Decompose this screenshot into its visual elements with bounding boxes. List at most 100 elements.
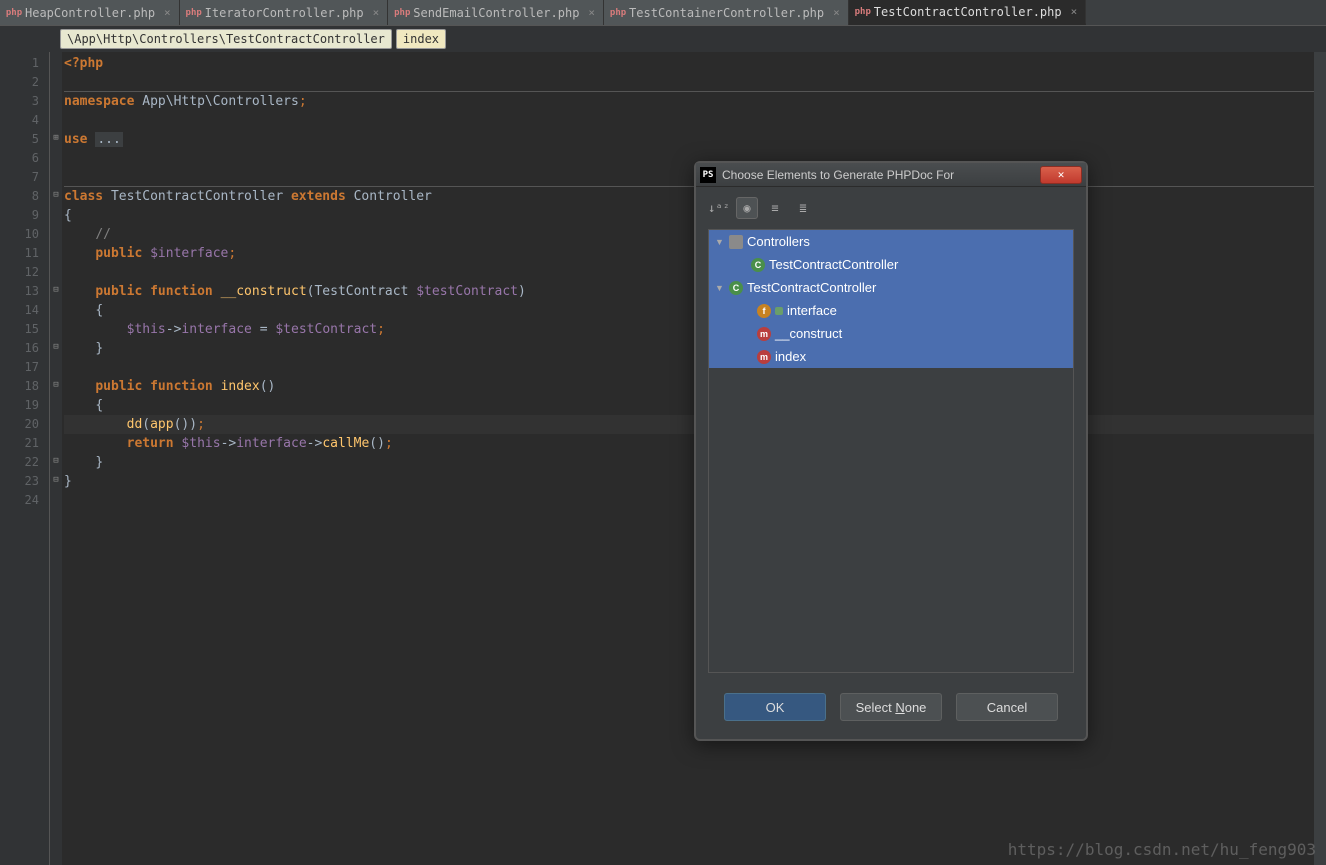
field-icon: f xyxy=(757,304,771,318)
php-file-icon: php xyxy=(612,7,624,19)
code-fold-ellipsis[interactable]: ... xyxy=(95,132,122,147)
code-token: class xyxy=(64,189,103,204)
tree-label: TestContractController xyxy=(747,280,876,295)
code-token: <?php xyxy=(64,56,103,71)
tab-iterator[interactable]: php IteratorController.php × xyxy=(180,0,389,25)
dialog-titlebar[interactable]: PS Choose Elements to Generate PHPDoc Fo… xyxy=(696,163,1086,187)
code-token: interface xyxy=(181,322,251,337)
code-token: __construct xyxy=(221,284,307,299)
code-token: extends xyxy=(291,189,346,204)
tree-node-field[interactable]: f interface xyxy=(709,299,1073,322)
gutter: 1 2 3 4 5 6 7 8 9 10 11 12 13 14 15 16 1… xyxy=(0,52,50,865)
code-token: $interface xyxy=(142,246,228,261)
ok-button[interactable]: OK xyxy=(724,693,826,721)
code-token: TestContract xyxy=(314,284,416,299)
tree-node-folder[interactable]: ▼ Controllers xyxy=(709,230,1073,253)
line-number: 10 xyxy=(0,225,49,244)
line-number: 8 xyxy=(0,187,49,206)
line-number: 2 xyxy=(0,73,49,92)
fold-collapse-icon[interactable]: ⊟ xyxy=(50,185,62,204)
php-file-icon: php xyxy=(8,7,20,19)
code-token: callMe xyxy=(322,436,369,451)
code-token: // xyxy=(95,227,111,242)
fold-expand-icon[interactable]: ⊞ xyxy=(50,128,62,147)
show-classes-icon[interactable]: ◉ xyxy=(736,197,758,219)
line-number: 18 xyxy=(0,377,49,396)
close-icon[interactable]: × xyxy=(588,6,595,19)
tab-testcontract[interactable]: php TestContractController.php × xyxy=(849,0,1086,25)
editor: 1 2 3 4 5 6 7 8 9 10 11 12 13 14 15 16 1… xyxy=(0,52,1326,865)
expand-all-icon[interactable]: ≡ xyxy=(764,197,786,219)
chevron-down-icon[interactable]: ▼ xyxy=(715,283,725,293)
method-icon: m xyxy=(757,350,771,364)
line-number: 21 xyxy=(0,434,49,453)
tree-node-class[interactable]: ▼ C TestContractController xyxy=(709,276,1073,299)
php-file-icon: php xyxy=(188,7,200,19)
close-icon[interactable]: × xyxy=(1071,5,1078,18)
tab-label: HeapController.php xyxy=(25,6,155,20)
tree-label: Controllers xyxy=(747,234,810,249)
line-number: 16 xyxy=(0,339,49,358)
tree-node-method[interactable]: m __construct xyxy=(709,322,1073,345)
dialog-toolbar: ↓ᵃᶻ ◉ ≡ ≣ xyxy=(696,187,1086,225)
method-icon: m xyxy=(757,327,771,341)
fold-end-icon[interactable]: ⊟ xyxy=(50,337,62,356)
code-token: interface xyxy=(236,436,306,451)
tree-node-class[interactable]: C TestContractController xyxy=(709,253,1073,276)
code-token: $this xyxy=(127,322,166,337)
close-button[interactable]: ✕ xyxy=(1040,166,1082,184)
code-token: TestContractController xyxy=(103,189,291,204)
code-token: = xyxy=(252,322,275,337)
line-number: 23 xyxy=(0,472,49,491)
class-icon: C xyxy=(751,258,765,272)
tree-node-method[interactable]: m index xyxy=(709,345,1073,368)
generate-phpdoc-dialog: PS Choose Elements to Generate PHPDoc Fo… xyxy=(694,161,1088,741)
tab-testcontainer[interactable]: php TestContainerController.php × xyxy=(604,0,849,25)
code-token: public xyxy=(95,379,142,394)
tab-label: SendEmailController.php xyxy=(413,6,579,20)
select-none-button[interactable]: Select None xyxy=(840,693,942,721)
php-file-icon: php xyxy=(396,7,408,19)
code-token: $this xyxy=(174,436,221,451)
code-token: app xyxy=(150,417,173,432)
close-icon[interactable]: × xyxy=(833,6,840,19)
code-token: dd xyxy=(127,417,143,432)
tree-label: __construct xyxy=(775,326,842,341)
class-icon: C xyxy=(729,281,743,295)
fold-end-icon[interactable]: ⊟ xyxy=(50,470,62,489)
line-number: 3 xyxy=(0,92,49,111)
tree-label: TestContractController xyxy=(769,257,898,272)
fold-collapse-icon[interactable]: ⊟ xyxy=(50,375,62,394)
element-tree[interactable]: ▼ Controllers C TestContractController ▼… xyxy=(708,229,1074,673)
fold-collapse-icon[interactable]: ⊟ xyxy=(50,280,62,299)
sort-alpha-icon[interactable]: ↓ᵃᶻ xyxy=(708,197,730,219)
fold-end-icon[interactable]: ⊟ xyxy=(50,451,62,470)
code-token: namespace xyxy=(64,94,134,109)
breadcrumb-class[interactable]: \App\Http\Controllers\TestContractContro… xyxy=(60,29,392,49)
close-icon[interactable]: × xyxy=(373,6,380,19)
line-number: 15 xyxy=(0,320,49,339)
line-number: 4 xyxy=(0,111,49,130)
tab-heap[interactable]: php HeapController.php × xyxy=(0,0,180,25)
line-number: 1 xyxy=(0,54,49,73)
line-number: 14 xyxy=(0,301,49,320)
tab-sendemail[interactable]: php SendEmailController.php × xyxy=(388,0,604,25)
code-token: Controller xyxy=(346,189,432,204)
breadcrumb-method[interactable]: index xyxy=(396,29,446,49)
cancel-button[interactable]: Cancel xyxy=(956,693,1058,721)
chevron-down-icon[interactable]: ▼ xyxy=(715,237,725,247)
tab-label: TestContractController.php xyxy=(874,5,1062,19)
code-token: $testContract xyxy=(416,284,518,299)
code-token: public xyxy=(95,284,142,299)
line-number: 7 xyxy=(0,168,49,187)
collapse-all-icon[interactable]: ≣ xyxy=(792,197,814,219)
close-icon[interactable]: × xyxy=(164,6,171,19)
line-number: 11 xyxy=(0,244,49,263)
code-token: $testContract xyxy=(275,322,377,337)
code-token: use xyxy=(64,132,87,147)
line-number: 24 xyxy=(0,491,49,510)
scrollbar[interactable] xyxy=(1314,52,1326,865)
line-number: 5 xyxy=(0,130,49,149)
fold-column: ⊞ ⊟ ⊟ ⊟ ⊟ ⊟ ⊟ xyxy=(50,52,62,865)
code-token: return xyxy=(127,436,174,451)
